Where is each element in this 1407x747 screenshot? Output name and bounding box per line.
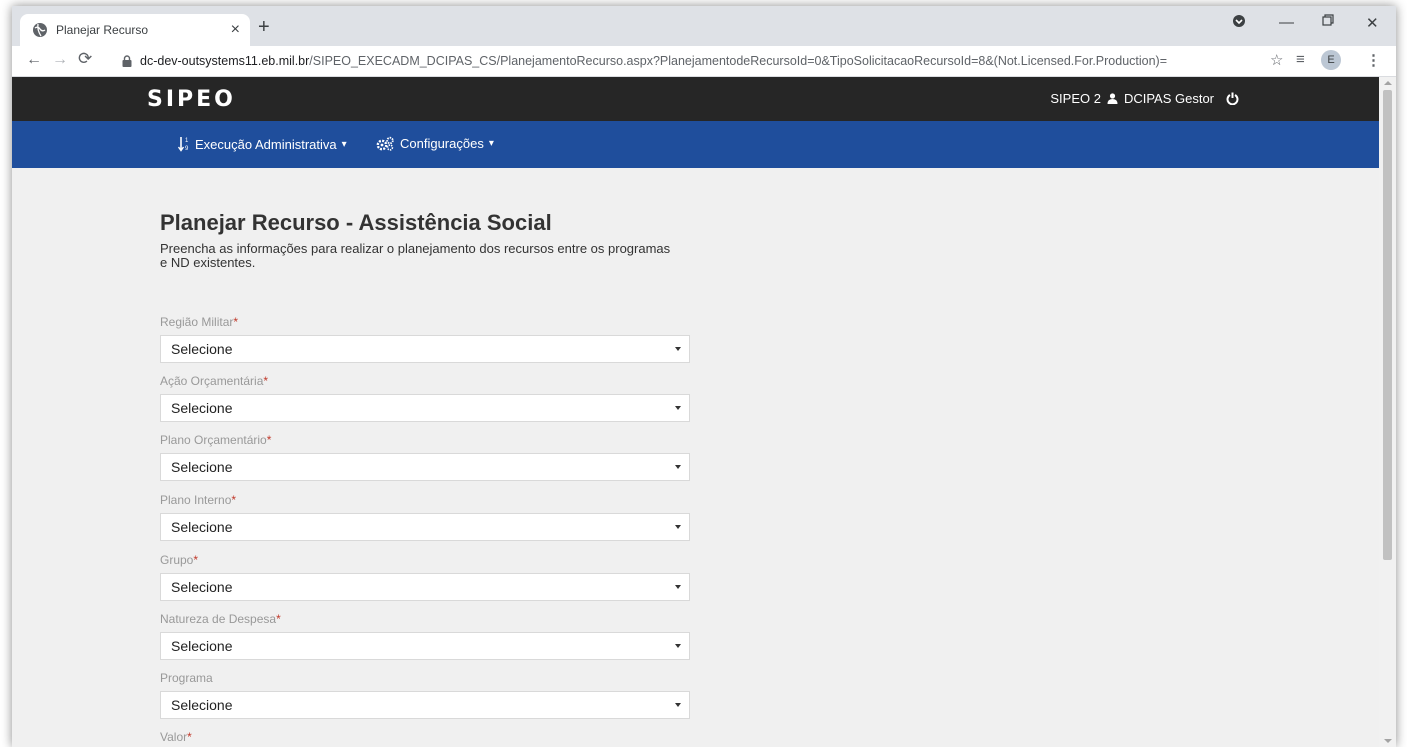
caret-down-icon: ▾ [341,138,347,150]
close-window-icon[interactable]: ✕ [1366,14,1379,32]
user-icon [1107,93,1118,104]
svg-text:1: 1 [185,138,189,144]
url-path: /SIPEO_EXECADM_DCIPAS_CS/PlanejamentoRec… [309,54,1168,68]
label-programa: Programa [160,671,213,685]
required-mark: * [263,374,269,388]
required-mark: * [187,730,192,744]
main-navbar: 1 9 Execução Administrativa ▾ Configuraç… [12,121,1379,168]
caret-down-icon [675,525,681,529]
caret-down-icon: ▾ [488,138,494,149]
label-acao-orcamentaria: Ação Orçamentária* [160,374,269,388]
cogs-icon [376,136,394,151]
app-header: SIPEO SIPEO 2 DCIPAS Gestor [12,77,1379,121]
page-viewport: SIPEO SIPEO 2 DCIPAS Gestor 1 9 Execução… [12,77,1379,747]
app-logo[interactable]: SIPEO [147,87,236,112]
restore-icon[interactable] [1322,14,1334,26]
select-regiao-militar[interactable]: Selecione [160,335,690,363]
browser-window: Planejar Recurso × + — ✕ ← → ⟳ dc-dev-ou… [12,6,1396,747]
label-valor: Valor* [160,730,192,744]
url-host: dc-dev-outsystems11.eb.mil.br [140,54,310,68]
label-plano-orcamentario: Plano Orçamentário* [160,433,272,447]
forward-icon[interactable]: → [52,51,68,69]
caret-down-icon [675,703,681,707]
required-mark: * [276,612,281,626]
page-description: Preencha as informações para realizar o … [160,241,671,270]
minimize-icon[interactable]: — [1279,14,1294,31]
back-icon[interactable]: ← [26,51,42,69]
tab-search-icon[interactable] [1232,14,1246,28]
user-name[interactable]: DCIPAS Gestor [1124,91,1214,106]
scroll-thumb[interactable] [1383,90,1392,560]
page-scrollbar[interactable] [1379,77,1396,747]
globe-icon [33,23,47,37]
caret-down-icon [675,644,681,648]
new-tab-icon[interactable]: + [258,16,270,39]
browser-menu-icon[interactable]: ⋮ [1366,51,1381,69]
reload-icon[interactable]: ⟳ [78,49,92,69]
label-plano-interno: Plano Interno* [160,493,237,507]
tab-title: Planejar Recurso [56,23,149,37]
required-mark: * [266,433,272,447]
browser-tab[interactable]: Planejar Recurso × [20,14,250,46]
user-info: SIPEO 2 DCIPAS Gestor [1050,91,1239,106]
select-natureza-despesa[interactable]: Selecione [160,632,690,660]
sort-numeric-icon: 1 9 [178,137,189,152]
svg-text:9: 9 [185,146,189,152]
address-toolbar: ← → ⟳ dc-dev-outsystems11.eb.mil.br/SIPE… [12,46,1396,77]
menu-execucao-administrativa[interactable]: 1 9 Execução Administrativa ▾ [178,136,347,152]
caret-down-icon [675,465,681,469]
required-mark: * [193,553,199,567]
select-programa[interactable]: Selecione [160,691,690,719]
select-plano-interno[interactable]: Selecione [160,513,690,541]
label-grupo: Grupo* [160,553,199,567]
scroll-up-arrow-icon[interactable] [1384,81,1392,85]
menu-execucao-label: Execução Administrativa [195,136,337,152]
lock-icon [122,55,132,67]
select-grupo[interactable]: Selecione [160,573,690,601]
system-name: SIPEO 2 [1050,91,1101,106]
required-mark: * [233,315,239,329]
select-acao-orcamentaria[interactable]: Selecione [160,394,690,422]
menu-configuracoes[interactable]: Configurações ▾ [375,136,494,151]
close-tab-icon[interactable]: × [231,21,240,39]
scroll-down-arrow-icon[interactable] [1384,739,1392,743]
menu-configuracoes-label: Configurações [400,136,484,151]
label-regiao-militar: Região Militar* [160,315,239,329]
caret-down-icon [675,347,681,351]
reading-list-icon[interactable]: ≡ [1296,51,1305,68]
bookmark-star-icon[interactable]: ☆ [1270,51,1283,69]
profile-avatar[interactable]: E [1321,50,1341,70]
caret-down-icon [675,406,681,410]
tab-strip: Planejar Recurso × + — ✕ [12,6,1396,46]
label-natureza-despesa: Natureza de Despesa* [160,612,281,626]
page-title: Planejar Recurso - Assistência Social [160,210,552,235]
address-bar[interactable]: dc-dev-outsystems11.eb.mil.br/SIPEO_EXEC… [122,49,1272,73]
required-mark: * [231,493,237,507]
caret-down-icon [675,585,681,589]
power-icon[interactable] [1226,92,1239,105]
select-plano-orcamentario[interactable]: Selecione [160,453,690,481]
